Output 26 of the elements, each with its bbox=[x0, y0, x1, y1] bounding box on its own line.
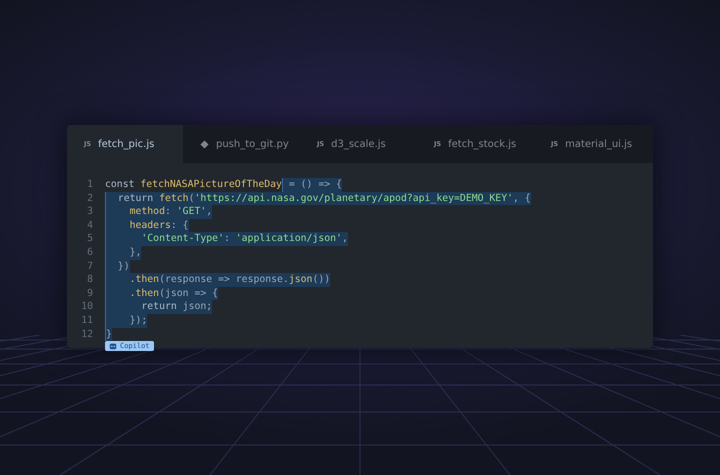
line-number: 9 bbox=[86, 286, 93, 300]
code-suggestion: method: 'GET', bbox=[105, 205, 212, 219]
code-suggestion: .then(json => { bbox=[105, 286, 218, 300]
code-suggestion: 'Content-Type': 'application/json', bbox=[105, 232, 348, 246]
code-suggestion: return json; bbox=[105, 300, 212, 314]
line-number: 1 bbox=[86, 178, 93, 192]
line-number: 6 bbox=[86, 246, 93, 260]
line-number: 11 bbox=[80, 314, 93, 328]
code-suggestion: } bbox=[105, 328, 112, 342]
code-suggestion: }) bbox=[105, 260, 130, 274]
code-suggestion: }, bbox=[105, 246, 142, 260]
code-suggestion: }); bbox=[105, 314, 148, 328]
code-suggestion: return fetch('https://api.nasa.gov/planetary/apod?api_key=DEMO_KEY', { bbox=[105, 192, 531, 206]
line-number: 7 bbox=[86, 260, 93, 274]
line-number: 10 bbox=[80, 300, 93, 314]
code-text: const fetchNASAPictureOfTheDay bbox=[105, 178, 282, 192]
line-number: 2 bbox=[86, 192, 93, 206]
line-number: 3 bbox=[86, 205, 93, 219]
line-number: 12 bbox=[80, 328, 93, 342]
line-number: 4 bbox=[86, 218, 93, 232]
code-suggestion: .then(response => response.json()) bbox=[105, 273, 330, 287]
code-suggestion: headers: { bbox=[105, 218, 189, 232]
line-number: 5 bbox=[86, 232, 93, 246]
line-number: 8 bbox=[86, 273, 93, 287]
file-tab[interactable]: push_to_git.py bbox=[183, 125, 300, 163]
code-suggestion: = () => { bbox=[282, 178, 342, 192]
